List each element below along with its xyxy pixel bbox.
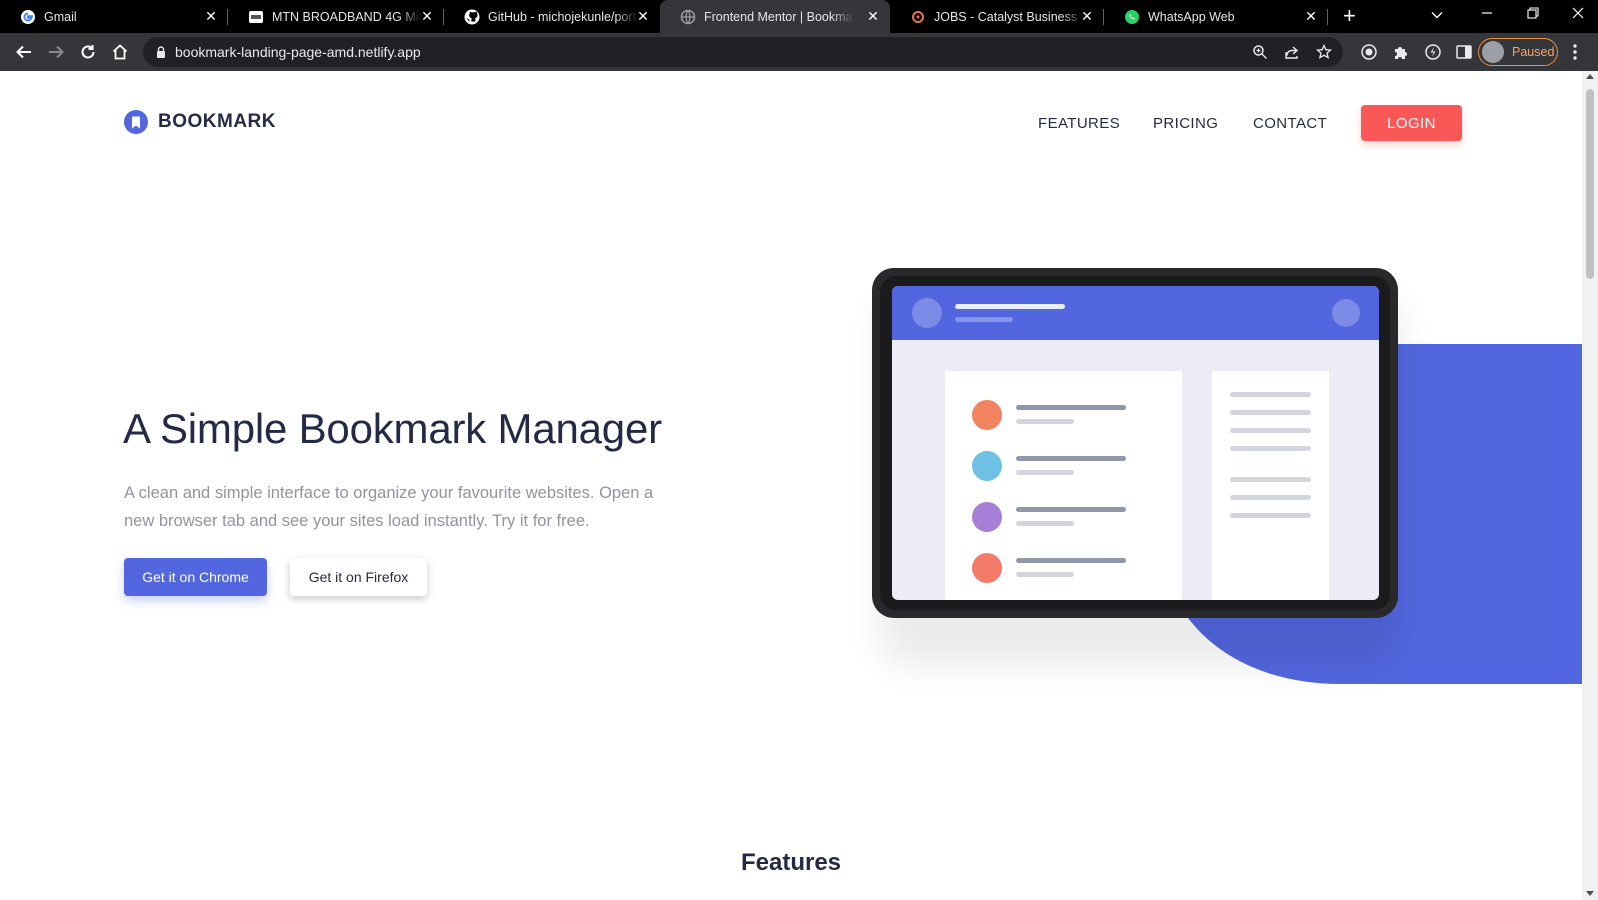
tab-title: JOBS - Catalyst Business Cons: [934, 9, 1084, 24]
google-icon: [20, 9, 36, 25]
scroll-up-arrow[interactable]: [1586, 74, 1594, 79]
home-icon[interactable]: [110, 42, 130, 62]
tab-mtn[interactable]: MTN BROADBAND 4G MiFi M ✕: [228, 0, 444, 33]
tab-separator: [1327, 9, 1328, 25]
tab-gmail[interactable]: Gmail ✕: [0, 0, 228, 33]
tab-title: WhatsApp Web: [1148, 9, 1235, 24]
restore-icon[interactable]: [1527, 6, 1539, 22]
tab-title: Frontend Mentor | Bookmark: [704, 9, 854, 24]
close-icon[interactable]: ✕: [204, 9, 218, 23]
scrollbar-thumb[interactable]: [1586, 89, 1594, 279]
github-icon: [464, 9, 480, 25]
menu-icon[interactable]: [1572, 43, 1578, 66]
extension-sync-icon[interactable]: [1424, 43, 1442, 61]
share-icon[interactable]: [1284, 44, 1300, 60]
get-chrome-button[interactable]: Get it on Chrome: [124, 558, 267, 596]
url-text: bookmark-landing-page-amd.netlify.app: [175, 44, 421, 60]
page-viewport: BOOKMARK FEATURES PRICING CONTACT LOGIN …: [0, 71, 1598, 900]
mtn-icon: [248, 9, 264, 25]
tab-search-icon[interactable]: [1430, 8, 1444, 27]
back-icon[interactable]: [14, 42, 34, 62]
reload-icon[interactable]: [78, 42, 98, 62]
close-icon[interactable]: ✕: [636, 9, 650, 23]
scroll-down-arrow[interactable]: [1586, 891, 1594, 896]
bookmark-dot: [972, 451, 1002, 481]
address-bar[interactable]: bookmark-landing-page-amd.netlify.app: [143, 37, 1343, 67]
hero-description: A clean and simple interface to organize…: [124, 484, 654, 530]
page-scrollbar[interactable]: [1582, 71, 1598, 900]
profile-status: Paused: [1512, 45, 1555, 59]
hero-title: A Simple Bookmark Manager: [123, 405, 662, 452]
browser-tab-bar: Gmail ✕ MTN BROADBAND 4G MiFi M ✕ GitHub…: [0, 0, 1598, 33]
nav-pricing-link[interactable]: PRICING: [1153, 115, 1218, 132]
bookmark-star-icon[interactable]: [1316, 44, 1332, 60]
close-icon[interactable]: ✕: [420, 9, 434, 23]
close-icon[interactable]: ✕: [1080, 9, 1094, 23]
nav-contact-link[interactable]: CONTACT: [1253, 115, 1327, 132]
side-panel-icon[interactable]: [1455, 43, 1473, 61]
profile-button[interactable]: Paused: [1478, 38, 1558, 66]
get-firefox-button[interactable]: Get it on Firefox: [290, 558, 427, 596]
tab-github[interactable]: GitHub - michojekunle/portfo ✕: [444, 0, 660, 33]
lock-icon[interactable]: [155, 45, 167, 64]
login-button[interactable]: LOGIN: [1361, 105, 1462, 141]
bookmark-logo-icon: [124, 110, 148, 134]
hero-illustration: [872, 268, 1582, 684]
brand-name: BOOKMARK: [158, 111, 276, 132]
site-logo[interactable]: BOOKMARK: [124, 110, 276, 134]
forward-icon[interactable]: [46, 42, 66, 62]
extension-target-icon[interactable]: [1360, 43, 1378, 61]
whatsapp-icon: [1124, 9, 1140, 25]
close-icon[interactable]: ✕: [866, 9, 880, 23]
globe-icon: [680, 9, 696, 25]
new-tab-button[interactable]: +: [1343, 5, 1356, 27]
browser-toolbar: bookmark-landing-page-amd.netlify.app Pa…: [0, 33, 1598, 71]
extensions-puzzle-icon[interactable]: [1392, 43, 1410, 61]
tab-frontend-mentor[interactable]: Frontend Mentor | Bookmark ✕: [660, 0, 890, 33]
avatar: [1482, 41, 1504, 63]
nav-features-link[interactable]: FEATURES: [1038, 115, 1120, 132]
tab-title: Gmail: [44, 9, 77, 24]
tab-jobs[interactable]: JOBS - Catalyst Business Cons ✕: [890, 0, 1104, 33]
catalyst-icon: [910, 9, 926, 25]
zoom-icon[interactable]: [1252, 44, 1268, 60]
bookmark-dot: [972, 502, 1002, 532]
tab-title: GitHub - michojekunle/portfo: [488, 9, 638, 24]
close-icon[interactable]: ✕: [1304, 9, 1318, 23]
bookmark-dot: [972, 553, 1002, 583]
tab-whatsapp[interactable]: WhatsApp Web ✕: [1104, 0, 1328, 33]
close-window-icon[interactable]: [1572, 6, 1584, 22]
features-heading: Features: [740, 849, 842, 876]
bookmark-dot: [972, 400, 1002, 430]
minimize-icon[interactable]: [1481, 6, 1493, 22]
tab-title: MTN BROADBAND 4G MiFi M: [272, 9, 422, 24]
